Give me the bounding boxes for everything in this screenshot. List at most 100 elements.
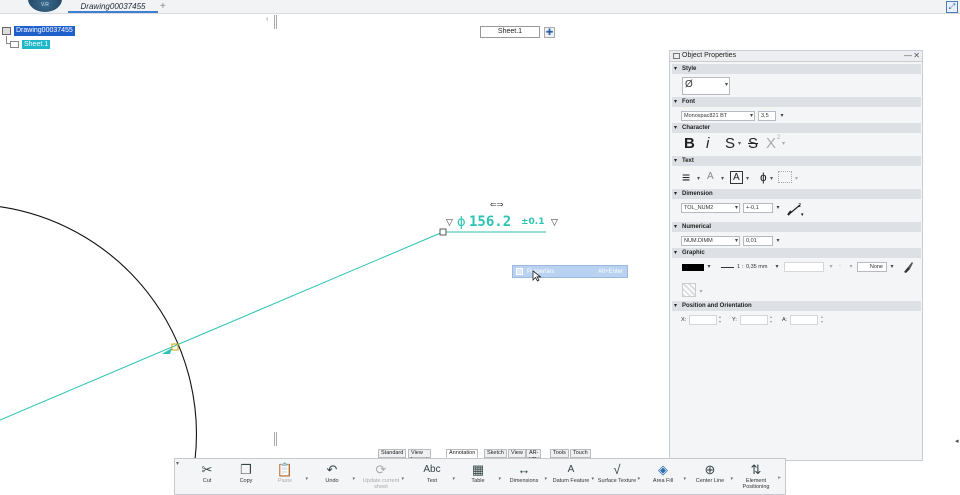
section-numerical[interactable]: Numerical	[672, 222, 921, 232]
line-scale[interactable]: 1	[737, 264, 740, 270]
grid-dropdown-icon[interactable]: ▾	[795, 175, 798, 182]
center-line-dropdown-icon[interactable]: ▾	[730, 476, 733, 482]
pattern-swatch[interactable]	[682, 283, 696, 297]
symbol-dropdown-icon[interactable]: ▾	[770, 175, 773, 182]
line-thickness[interactable]: 0,35 mm	[746, 264, 767, 270]
dimension-arrow-right[interactable]: ▽	[551, 218, 558, 228]
dimension-tolerance[interactable]: ±0.1	[521, 217, 544, 227]
section-position[interactable]: Position and Orientation	[672, 301, 921, 311]
pos-a-field[interactable]	[790, 315, 818, 325]
superscript-dropdown-icon[interactable]: ▾	[782, 140, 785, 147]
text-frame-button[interactable]: A	[730, 171, 743, 184]
font-name-dropdown[interactable]: Monospac821 BT	[681, 111, 755, 121]
text-align-icon[interactable]: ≡	[682, 169, 690, 185]
fill-field[interactable]: None	[857, 262, 887, 272]
pos-y-spinner[interactable]: ▴ ▾	[770, 314, 772, 324]
text-frame-dropdown-icon[interactable]: ▾	[746, 175, 749, 182]
dimension-value[interactable]: 156.2	[469, 214, 511, 230]
section-character[interactable]: Character	[672, 123, 921, 133]
dimensions-dropdown-icon[interactable]: ▾	[544, 476, 547, 482]
precision-field[interactable]: 0,01	[743, 236, 773, 246]
undo-dropdown-icon[interactable]: ▾	[352, 476, 355, 482]
underline-button[interactable]: S	[725, 135, 735, 152]
datum-feature-button[interactable]: A Datum Feature ▾	[551, 462, 594, 494]
toolbar-tab-touch[interactable]: Touch	[570, 449, 591, 458]
surface-dropdown-icon[interactable]: ▾	[637, 476, 640, 482]
leader-line[interactable]	[0, 231, 444, 421]
paste-dropdown-icon[interactable]: ▾	[305, 476, 308, 482]
toolbar-tab-standard[interactable]: Standard	[378, 449, 407, 458]
toolbar-tab-ar-vr[interactable]: AR-VR	[526, 449, 542, 463]
dimensions-button[interactable]: ↔ Dimensions ▾	[504, 462, 547, 494]
paint-brush-icon[interactable]	[900, 260, 914, 274]
section-font[interactable]: Font	[672, 97, 921, 107]
circle-arc[interactable]	[0, 206, 197, 461]
strikethrough-button[interactable]: S	[748, 135, 758, 152]
text-size-icon[interactable]: A	[707, 171, 714, 182]
pos-x-spinner[interactable]: ▴ ▾	[719, 314, 721, 324]
table-dropdown-icon[interactable]: ▾	[498, 476, 501, 482]
close-icon[interactable]: ✕	[913, 51, 920, 60]
precision-dropdown-icon[interactable]: ▾	[774, 236, 782, 246]
numerical-format-dropdown[interactable]: NUM.DIMM	[681, 236, 740, 246]
toolbar-tab-annotation[interactable]: Annotation	[446, 449, 479, 458]
panel-title-bar[interactable]: Object Properties	[670, 51, 922, 62]
element-positioning-button[interactable]: ⇅ Element Positioning	[736, 462, 776, 494]
move-handle-icon[interactable]: ⇐⇒	[490, 200, 504, 209]
text-button[interactable]: Abc Text ▾	[412, 462, 455, 494]
toolbar-collapse-icon[interactable]: ▾	[176, 460, 179, 467]
copy-button[interactable]: ❐ Copy	[226, 462, 266, 494]
symbol-insert-button[interactable]: ɸ	[760, 170, 767, 184]
toolbar-tab-sketch[interactable]: Sketch	[484, 449, 507, 458]
pos-x-field[interactable]	[689, 315, 717, 325]
paste-button[interactable]: 📋 Paste ▾	[265, 462, 308, 494]
italic-button[interactable]: i	[706, 135, 709, 152]
pattern-dropdown-icon[interactable]: ▾	[697, 287, 705, 297]
tolerance-value-dropdown-icon[interactable]: ▾	[774, 203, 782, 213]
area-fill-dropdown-icon[interactable]: ▾	[683, 476, 686, 482]
table-button[interactable]: ▦ Table ▾	[458, 462, 501, 494]
color-swatch[interactable]	[682, 264, 704, 271]
tolerance-type-dropdown[interactable]: TOL_NUM2	[681, 203, 740, 213]
superscript-button[interactable]: X	[766, 135, 776, 152]
minimize-icon[interactable]: —	[904, 51, 912, 60]
text-align-dropdown-icon[interactable]: ▾	[697, 175, 700, 182]
toolbar-tab-view-layout[interactable]: View Layout	[408, 449, 431, 463]
underline-dropdown-icon[interactable]: ▾	[738, 140, 741, 147]
section-dimension[interactable]: Dimension	[672, 189, 921, 199]
splitter-handle-bottom[interactable]	[274, 432, 277, 446]
font-size-dropdown-icon[interactable]: ▾	[778, 111, 786, 121]
surface-texture-button[interactable]: √ Surface Texture ▾	[597, 462, 640, 494]
fill-dropdown-icon[interactable]: ▾	[888, 262, 896, 272]
update-dropdown-icon[interactable]: ▾	[401, 476, 404, 482]
dimension-line-style-icon[interactable]: 2 ▾	[786, 201, 806, 217]
update-sheet-button[interactable]: ⟳ Update current sheet ▾	[361, 462, 404, 494]
section-text[interactable]: Text	[672, 156, 921, 166]
dimension-arrow-left[interactable]: ▽	[446, 218, 453, 228]
dimension-handle[interactable]	[439, 228, 447, 236]
datum-dropdown-icon[interactable]: ▾	[591, 476, 594, 482]
bold-button[interactable]: B	[684, 135, 695, 152]
color-dropdown-icon[interactable]: ▾	[705, 262, 713, 272]
section-graphic[interactable]: Graphic	[672, 248, 921, 258]
toolbar-tab-tools[interactable]: Tools	[550, 449, 569, 458]
line-type-icon[interactable]	[721, 267, 734, 268]
context-menu-properties[interactable]: Properties Alt+Enter	[512, 265, 628, 278]
pos-a-spinner[interactable]: ▴ ▾	[821, 314, 823, 324]
text-dropdown-icon[interactable]: ▾	[452, 476, 455, 482]
grid-icon[interactable]	[778, 171, 792, 183]
font-size-field[interactable]: 3,5	[758, 111, 776, 121]
pos-y-field[interactable]	[740, 315, 768, 325]
text-size-dropdown-icon[interactable]: ▾	[721, 175, 724, 182]
toolbar-scroll-right-icon[interactable]: ▸	[778, 474, 781, 481]
section-style[interactable]: Style	[672, 64, 921, 74]
cut-button[interactable]: ✂ Cut	[187, 462, 227, 494]
tolerance-value-field[interactable]: +-0,1	[743, 203, 773, 213]
side-arrow-icon[interactable]: ◂	[955, 437, 959, 445]
thickness-dropdown-icon[interactable]: ▾	[773, 262, 781, 272]
area-fill-button[interactable]: ◈ Area Fill ▾	[643, 462, 686, 494]
style-dropdown[interactable]: Ø	[682, 77, 730, 95]
center-line-button[interactable]: ⊕ Center Line ▾	[690, 462, 733, 494]
toolbar-tab-view[interactable]: View	[508, 449, 526, 458]
undo-button[interactable]: ↶ Undo ▾	[312, 462, 355, 494]
